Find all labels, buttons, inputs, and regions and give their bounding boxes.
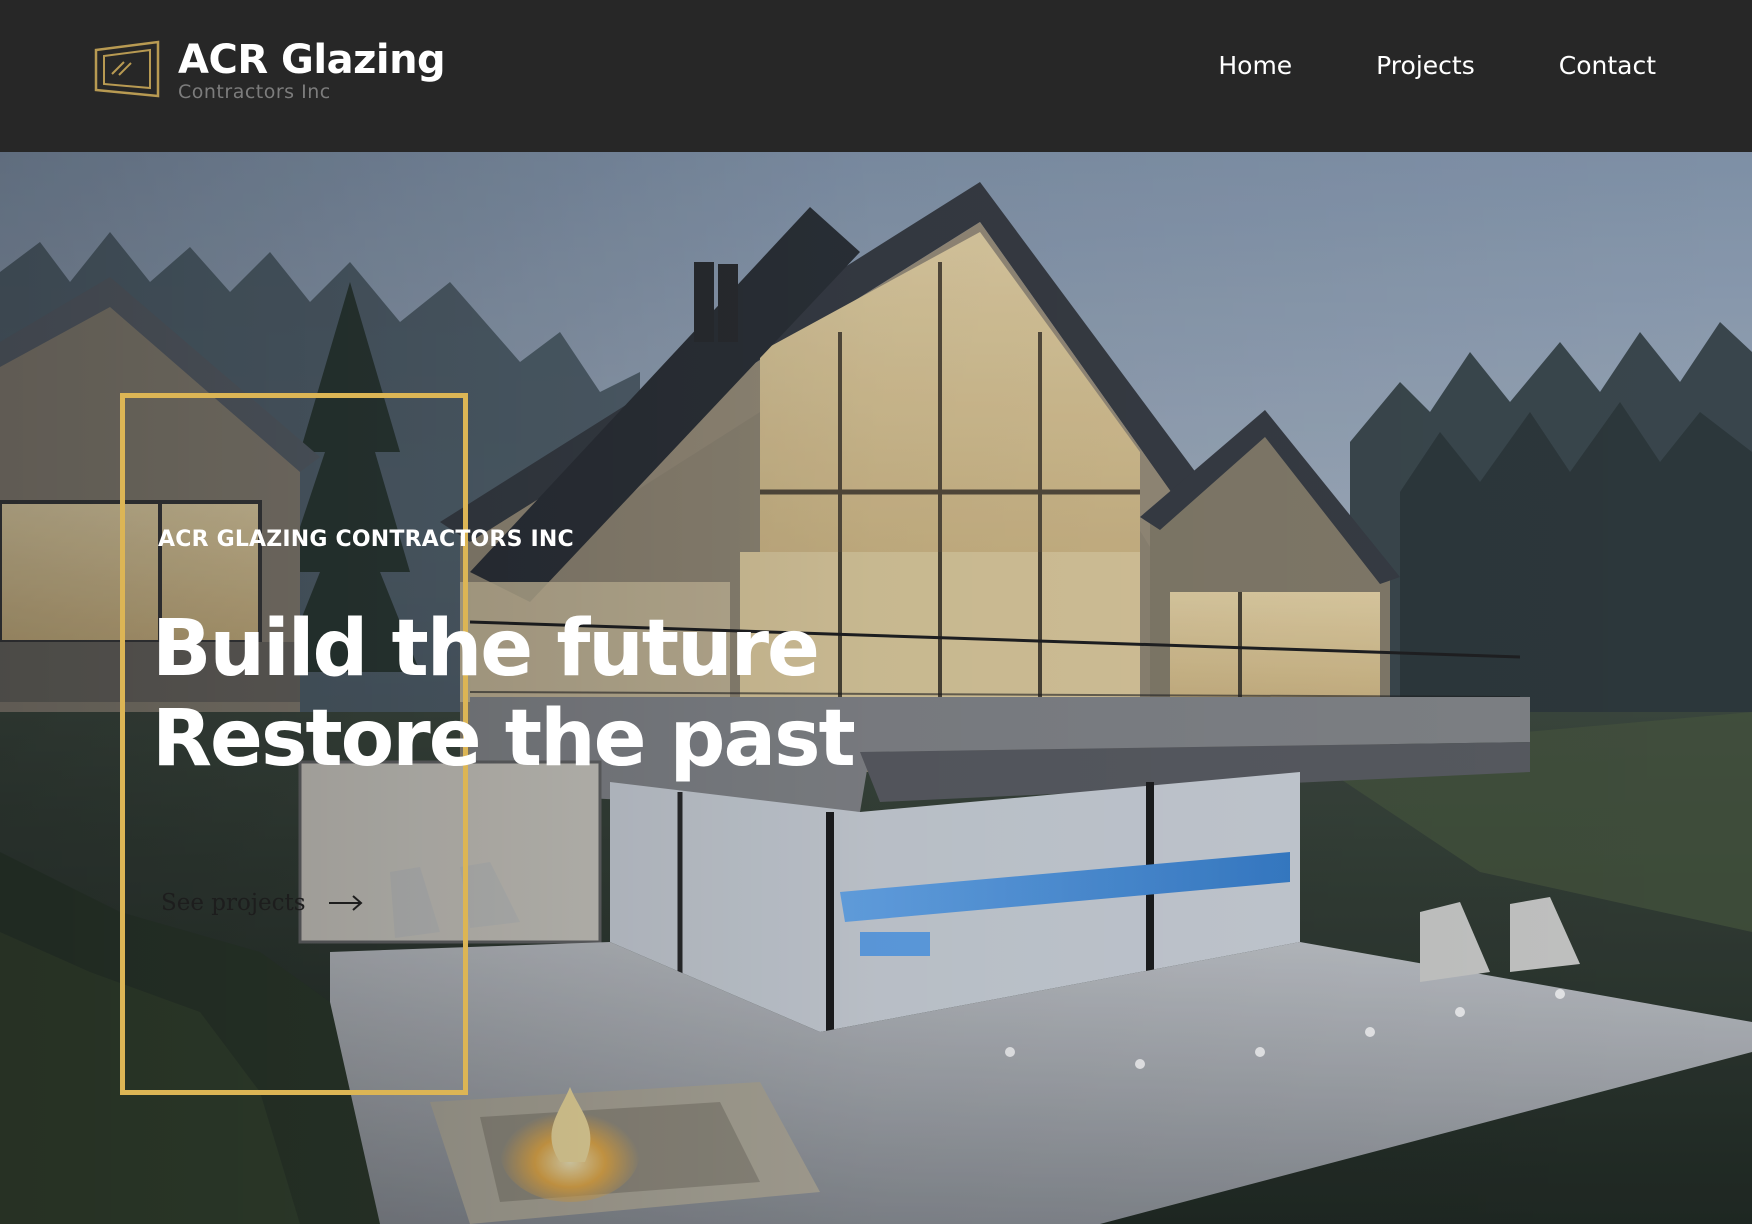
main-nav: Home Projects Contact — [1218, 46, 1656, 86]
site-logo[interactable]: ACR Glazing Contractors Inc — [94, 37, 446, 103]
see-projects-label: See projects — [161, 890, 306, 916]
logo-title: ACR Glazing — [178, 37, 446, 83]
hero-section: ACR GLAZING CONTRACTORS INC Build the fu… — [0, 152, 1752, 1224]
headline-line-2: Restore the past — [152, 694, 856, 784]
window-frame-icon — [94, 40, 160, 98]
see-projects-link[interactable]: See projects — [161, 890, 364, 916]
site-header: ACR Glazing Contractors Inc Home Project… — [0, 0, 1752, 152]
headline-line-1: Build the future — [152, 604, 820, 694]
logo-text: ACR Glazing Contractors Inc — [178, 37, 446, 103]
nav-contact[interactable]: Contact — [1559, 46, 1656, 86]
logo-subtitle: Contractors Inc — [178, 81, 331, 103]
nav-home[interactable]: Home — [1218, 46, 1292, 86]
hero-headline: Build the future Restore the past — [152, 604, 856, 784]
arrow-right-icon — [328, 895, 363, 911]
nav-projects[interactable]: Projects — [1376, 46, 1475, 86]
hero-eyebrow: ACR GLAZING CONTRACTORS INC — [158, 527, 574, 552]
